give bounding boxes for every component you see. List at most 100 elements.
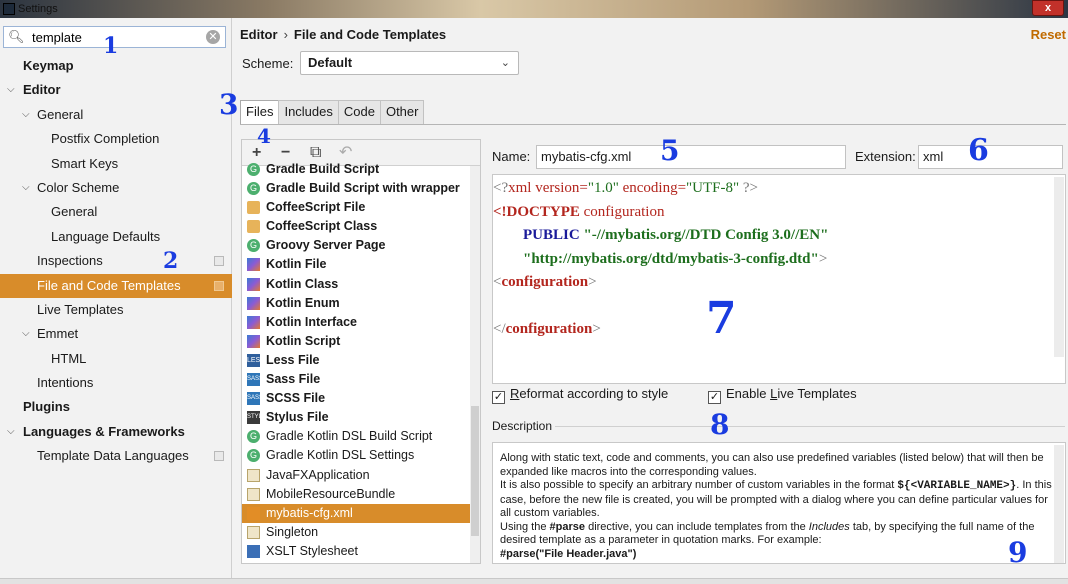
list-item-label: Gradle Build Script <box>266 162 380 176</box>
annotation-5: 5 <box>660 134 680 167</box>
list-item[interactable]: G Gradle Kotlin DSL Settings <box>242 446 480 465</box>
project-scope-icon <box>214 451 224 462</box>
breadcrumb-current: File and Code Templates <box>293 27 447 42</box>
sidebar-item-label: Inspections <box>37 253 103 269</box>
enable-live-templates-checkbox[interactable]: ✓ Enable Live Templates <box>708 386 857 404</box>
clear-search-icon[interactable]: ✕ <box>206 30 220 44</box>
list-item-label: Kotlin Interface <box>266 314 357 329</box>
list-item[interactable]: CoffeeScript Class <box>242 217 480 236</box>
chevron-down-icon[interactable]: ⌵ <box>7 78 15 102</box>
description-divider <box>555 426 1065 427</box>
app-icon <box>3 3 15 15</box>
project-scope-icon <box>214 256 224 267</box>
tab-other[interactable]: Other <box>379 100 425 124</box>
list-item[interactable]: Kotlin Interface <box>242 313 480 332</box>
close-button[interactable]: x <box>1032 0 1064 16</box>
tab-code[interactable]: Code <box>337 100 381 124</box>
sidebar-item-languages-frameworks[interactable]: ⌵ Languages & Frameworks <box>0 420 232 444</box>
annotation-6: 6 <box>968 133 989 168</box>
annotation-2: 2 <box>163 248 179 274</box>
java-file-icon <box>247 468 260 482</box>
list-item-label: JavaFXApplication <box>266 467 370 482</box>
chevron-down-icon[interactable]: ⌵ <box>7 420 15 444</box>
template-code-editor[interactable]: <?xml version="1.0" encoding="UTF-8" ?> … <box>492 174 1066 384</box>
title-bar: Settings x <box>0 0 1068 18</box>
description-code: #parse <box>549 520 586 533</box>
list-item[interactable]: G Gradle Build Script <box>242 160 480 179</box>
code-line: </configuration> <box>493 318 828 342</box>
sidebar-item-emmet[interactable]: ⌵ Emmet <box>0 322 232 346</box>
sidebar-item-editor[interactable]: ⌵ Editor <box>0 78 232 102</box>
list-item[interactable]: MobileResourceBundle <box>242 485 480 504</box>
list-item[interactable]: LESS Less File <box>242 351 480 370</box>
sidebar-item-label: General <box>51 204 98 220</box>
reset-link[interactable]: Reset <box>1031 27 1066 42</box>
code-token: configuration <box>501 274 589 290</box>
xml-icon <box>247 506 260 520</box>
scheme-select[interactable]: Default ⌄ <box>300 51 519 75</box>
tab-includes[interactable]: Includes <box>278 100 339 124</box>
sidebar-item-label: Emmet <box>37 326 79 342</box>
sidebar-item-inspections[interactable]: Inspections <box>0 249 232 273</box>
code-token: > <box>588 274 597 290</box>
chevron-down-icon[interactable]: ⌵ <box>22 176 30 200</box>
list-scrollbar[interactable] <box>470 166 480 563</box>
code-line: <configuration> <box>493 271 828 295</box>
list-item[interactable]: Kotlin Class <box>242 275 480 294</box>
list-item[interactable]: SASS SCSS File <box>242 389 480 408</box>
sidebar-item-color-scheme[interactable]: ⌵ Color Scheme <box>0 176 232 200</box>
sidebar-item-label: Language Defaults <box>51 228 161 244</box>
description-text: It is also possible to specify an arbitr… <box>500 479 898 491</box>
list-item[interactable]: Singleton <box>242 523 480 542</box>
list-item[interactable]: JavaFXApplication <box>242 466 480 485</box>
code-token: xml <box>508 180 532 196</box>
checkbox-checked-icon[interactable]: ✓ <box>492 391 505 404</box>
gradle-icon: G <box>247 182 260 196</box>
list-item[interactable]: CoffeeScript File <box>242 198 480 217</box>
list-item[interactable]: Kotlin Enum <box>242 294 480 313</box>
kotlin-icon <box>247 258 260 272</box>
description-scrollbar[interactable] <box>1054 445 1064 563</box>
list-item-label: Kotlin Class <box>266 276 339 291</box>
list-item[interactable]: XSLT Stylesheet <box>242 542 480 561</box>
list-item[interactable]: G Groovy Server Page <box>242 236 480 255</box>
code-token: "1.0" <box>587 180 619 196</box>
description-paragraph: It is also possible to specify an arbitr… <box>500 479 1053 521</box>
extension-field[interactable]: xml <box>918 145 1063 169</box>
list-item-selected[interactable]: mybatis-cfg.xml <box>242 503 480 523</box>
sidebar-item-intentions[interactable]: Intentions <box>0 371 232 395</box>
sidebar-item-postfix-completion[interactable]: Postfix Completion <box>0 127 232 151</box>
list-item[interactable]: Kotlin Script <box>242 332 480 351</box>
scss-icon: SASS <box>247 392 263 406</box>
list-item[interactable]: Kotlin File <box>242 255 480 274</box>
sidebar-item-language-defaults[interactable]: Language Defaults <box>0 225 232 249</box>
name-label: Name: <box>492 149 531 164</box>
list-item[interactable]: SASS Sass File <box>242 370 480 389</box>
checkbox-checked-icon[interactable]: ✓ <box>708 391 721 404</box>
list-item[interactable]: G Gradle Kotlin DSL Build Script <box>242 427 480 446</box>
reformat-checkbox[interactable]: ✓ Reformat according to style <box>492 386 668 404</box>
sidebar-item-general[interactable]: ⌵ General <box>0 103 232 127</box>
sidebar-item-html[interactable]: HTML <box>0 347 232 371</box>
editor-scrollbar[interactable] <box>1054 177 1064 357</box>
list-item[interactable]: STYL Stylus File <box>242 408 480 427</box>
chevron-down-icon[interactable]: ⌵ <box>22 103 30 127</box>
breadcrumb-parent[interactable]: Editor <box>240 27 278 42</box>
name-field[interactable]: mybatis-cfg.xml <box>536 145 846 169</box>
sidebar-item-template-data-languages[interactable]: Template Data Languages <box>0 444 232 468</box>
kotlin-icon <box>247 315 260 329</box>
chevron-down-icon[interactable]: ⌵ <box>22 322 30 346</box>
sidebar-item-live-templates[interactable]: Live Templates <box>0 298 232 322</box>
tab-files[interactable]: Files <box>240 100 280 125</box>
sidebar-item-smart-keys[interactable]: Smart Keys <box>0 152 232 176</box>
sidebar-item-color-scheme-general[interactable]: General <box>0 200 232 224</box>
sidebar-item-file-and-code-templates[interactable]: File and Code Templates <box>0 273 232 298</box>
sidebar-item-label: General <box>37 106 84 122</box>
code-token: "http://mybatis.org/dtd/mybatis-3-config… <box>523 250 819 267</box>
code-token: <? <box>493 180 509 196</box>
list-item[interactable]: G Gradle Build Script with wrapper <box>242 179 480 198</box>
description-text: Using the <box>500 520 550 533</box>
list-scrollbar-thumb[interactable] <box>471 406 479 536</box>
sidebar-item-plugins[interactable]: Plugins <box>0 395 232 419</box>
code-token: "-//mybatis.org//DTD Config 3.0//EN" <box>579 227 829 243</box>
